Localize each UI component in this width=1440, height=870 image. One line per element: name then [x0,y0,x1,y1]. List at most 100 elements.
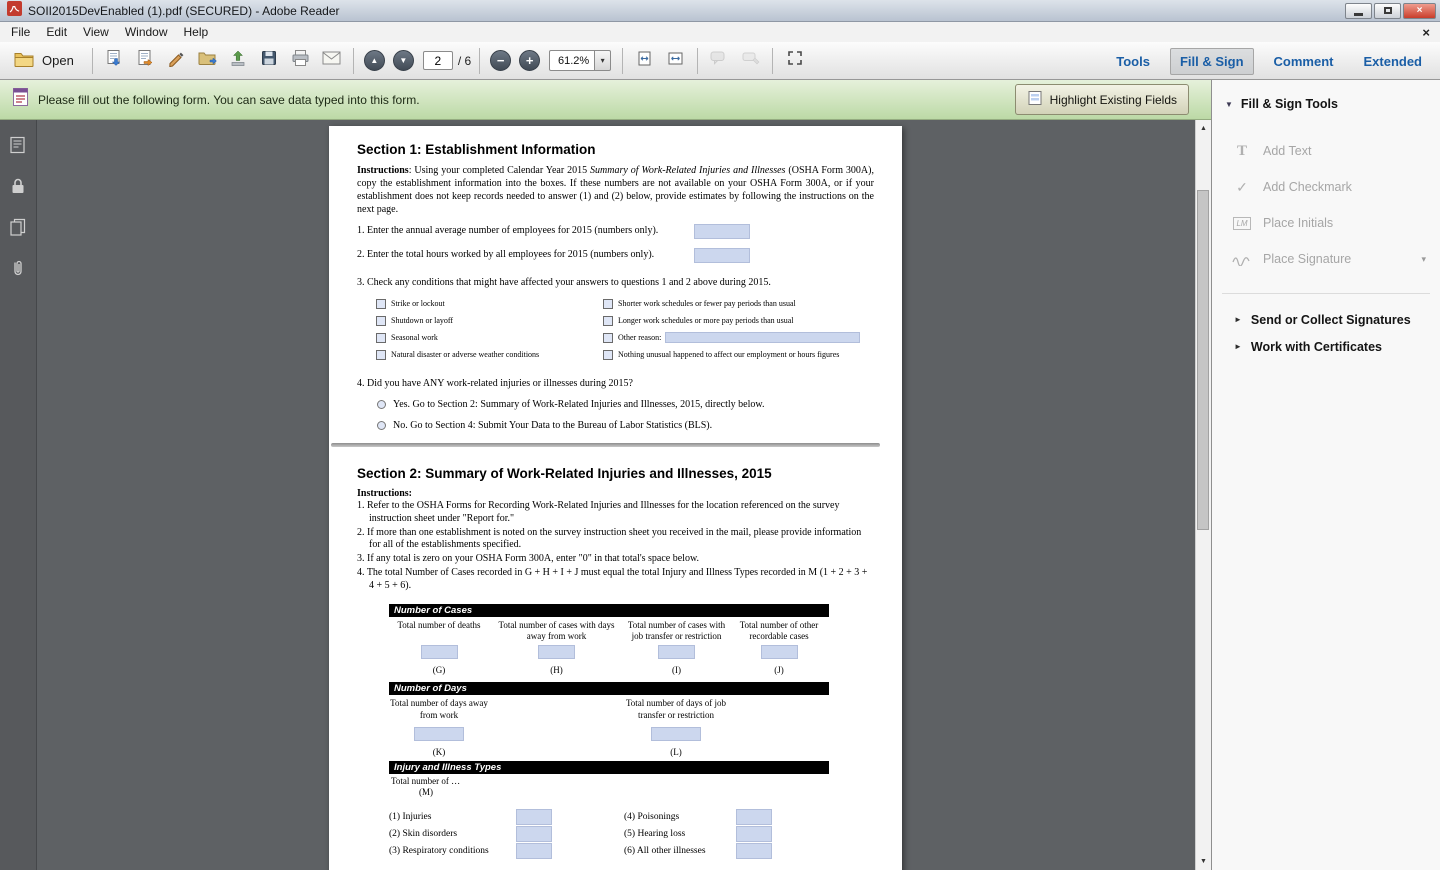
restore-button[interactable] [1374,3,1401,19]
field-h[interactable] [538,645,575,659]
field-m3[interactable] [516,843,552,859]
document-area[interactable]: Section 1: Establishment Information Ins… [37,120,1195,870]
add-text-tool[interactable]: T Add Text [1212,133,1440,169]
upload-button[interactable] [225,47,252,74]
sign-document-button[interactable] [163,47,190,74]
print-button[interactable] [287,47,314,74]
form-document-icon [12,87,29,112]
field-m6[interactable] [736,843,772,859]
tab-comment[interactable]: Comment [1264,48,1344,75]
field-m1[interactable] [516,809,552,825]
menu-file[interactable]: File [3,23,38,41]
other-reason-field[interactable] [665,332,860,343]
field-g[interactable] [421,645,458,659]
column-header-l: Total number of days of job transfer or … [616,695,736,721]
tab-fill-sign[interactable]: Fill & Sign [1170,48,1254,75]
send-collect-signatures-section[interactable]: ► Send or Collect Signatures [1212,306,1440,333]
instruction-item: 1. Refer to the OSHA Forms for Recording… [357,500,874,526]
menubar-close-icon[interactable]: × [1422,26,1430,39]
question-3-text: 3. Check any conditions that might have … [357,277,874,288]
separator [697,48,698,74]
scroll-down-button[interactable]: ▼ [1196,854,1211,869]
menu-window[interactable]: Window [117,23,176,41]
highlight-existing-fields-button[interactable]: Highlight Existing Fields [1015,84,1189,115]
sticky-note-button[interactable] [706,47,733,74]
scroll-up-button[interactable]: ▲ [1196,121,1211,136]
field-m2[interactable] [516,826,552,842]
pages-panel-button[interactable] [5,216,31,242]
highlight-fields-icon [1027,90,1043,109]
checkbox-natural-disaster[interactable] [376,350,386,360]
letter-k: (K) [389,744,489,758]
zoom-value: 61.2% [549,50,595,71]
zoom-level-select[interactable]: 61.2% ▾ [549,50,611,71]
page-number-input[interactable] [423,51,453,70]
work-with-certificates-section[interactable]: ► Work with Certificates [1212,333,1440,360]
previous-page-button[interactable]: ▲ [364,50,385,71]
column-header-j: Total number of other recordable cases [729,617,829,643]
field-l[interactable] [651,727,701,741]
field-m5[interactable] [736,826,772,842]
instructions-label: Instructions [357,165,409,176]
checkbox-seasonal-work[interactable] [376,333,386,343]
upload-icon [229,49,247,72]
email-button[interactable] [318,47,345,74]
attachments-panel-button[interactable] [5,257,31,283]
checkbox-other-reason[interactable] [603,333,613,343]
fullscreen-button[interactable] [781,47,808,74]
section2-instructions-label: Instructions: [357,488,874,499]
checkbox-longer-schedules[interactable] [603,316,613,326]
radio-no-label: No. Go to Section 4: Submit Your Data to… [393,420,712,431]
open-button[interactable]: Open [6,47,86,74]
place-initials-tool[interactable]: LM Place Initials [1212,205,1440,241]
field-m4[interactable] [736,809,772,825]
plus-icon: + [526,53,534,68]
menu-help[interactable]: Help [176,23,217,41]
fit-width-button[interactable] [662,47,689,74]
checkbox-nothing-unusual[interactable] [603,350,613,360]
zoom-in-button[interactable]: + [519,50,540,71]
fullscreen-icon [786,49,804,72]
hours-worked-field[interactable] [694,248,750,263]
minimize-button[interactable] [1345,3,1372,19]
menu-edit[interactable]: Edit [38,23,75,41]
send-file-button[interactable] [194,47,221,74]
place-signature-tool[interactable]: Place Signature ▾ [1212,241,1440,277]
checkbox-shutdown-or-layoff[interactable] [376,316,386,326]
letter-j: (J) [729,662,829,676]
highlight-tool-button[interactable] [737,47,764,74]
checkbox-strike-or-lockout[interactable] [376,299,386,309]
radio-yes[interactable] [377,400,386,409]
tab-tools[interactable]: Tools [1106,48,1160,75]
add-checkmark-label: Add Checkmark [1263,180,1352,194]
close-button[interactable]: × [1403,3,1436,19]
field-j[interactable] [761,645,798,659]
window-title: SOII2015DevEnabled (1).pdf (SECURED) - A… [28,4,1345,18]
menu-view[interactable]: View [75,23,117,41]
document-message-bar: Please fill out the following form. You … [0,80,1211,120]
scroll-up-icon: ▲ [1200,125,1207,132]
zoom-out-button[interactable]: − [490,50,511,71]
type-label-poisonings: (4) Poisonings [624,812,679,822]
radio-no[interactable] [377,421,386,430]
save-copy-icon [105,49,123,72]
next-page-button[interactable]: ▼ [393,50,414,71]
signature-options-caret-icon[interactable]: ▾ [1421,254,1426,265]
fill-sign-tools-header[interactable]: ▼ Fill & Sign Tools [1212,97,1440,111]
expanded-triangle-icon: ▼ [1225,100,1233,109]
tab-extended[interactable]: Extended [1353,48,1432,75]
fit-page-button[interactable] [631,47,658,74]
field-i[interactable] [658,645,695,659]
security-panel-button[interactable] [5,175,31,201]
add-checkmark-tool[interactable]: ✓ Add Checkmark [1212,169,1440,205]
employees-field[interactable] [694,224,750,239]
checkbox-shorter-schedules[interactable] [603,299,613,309]
save-button[interactable] [256,47,283,74]
page-thumbnails-button[interactable] [5,134,31,160]
field-k[interactable] [414,727,464,741]
zoom-caret-icon[interactable]: ▾ [595,50,611,71]
save-copy-button[interactable] [101,47,128,74]
export-button[interactable] [132,47,159,74]
vertical-scrollbar[interactable]: ▲ ▼ [1195,120,1211,870]
scroll-thumb[interactable] [1197,190,1209,530]
